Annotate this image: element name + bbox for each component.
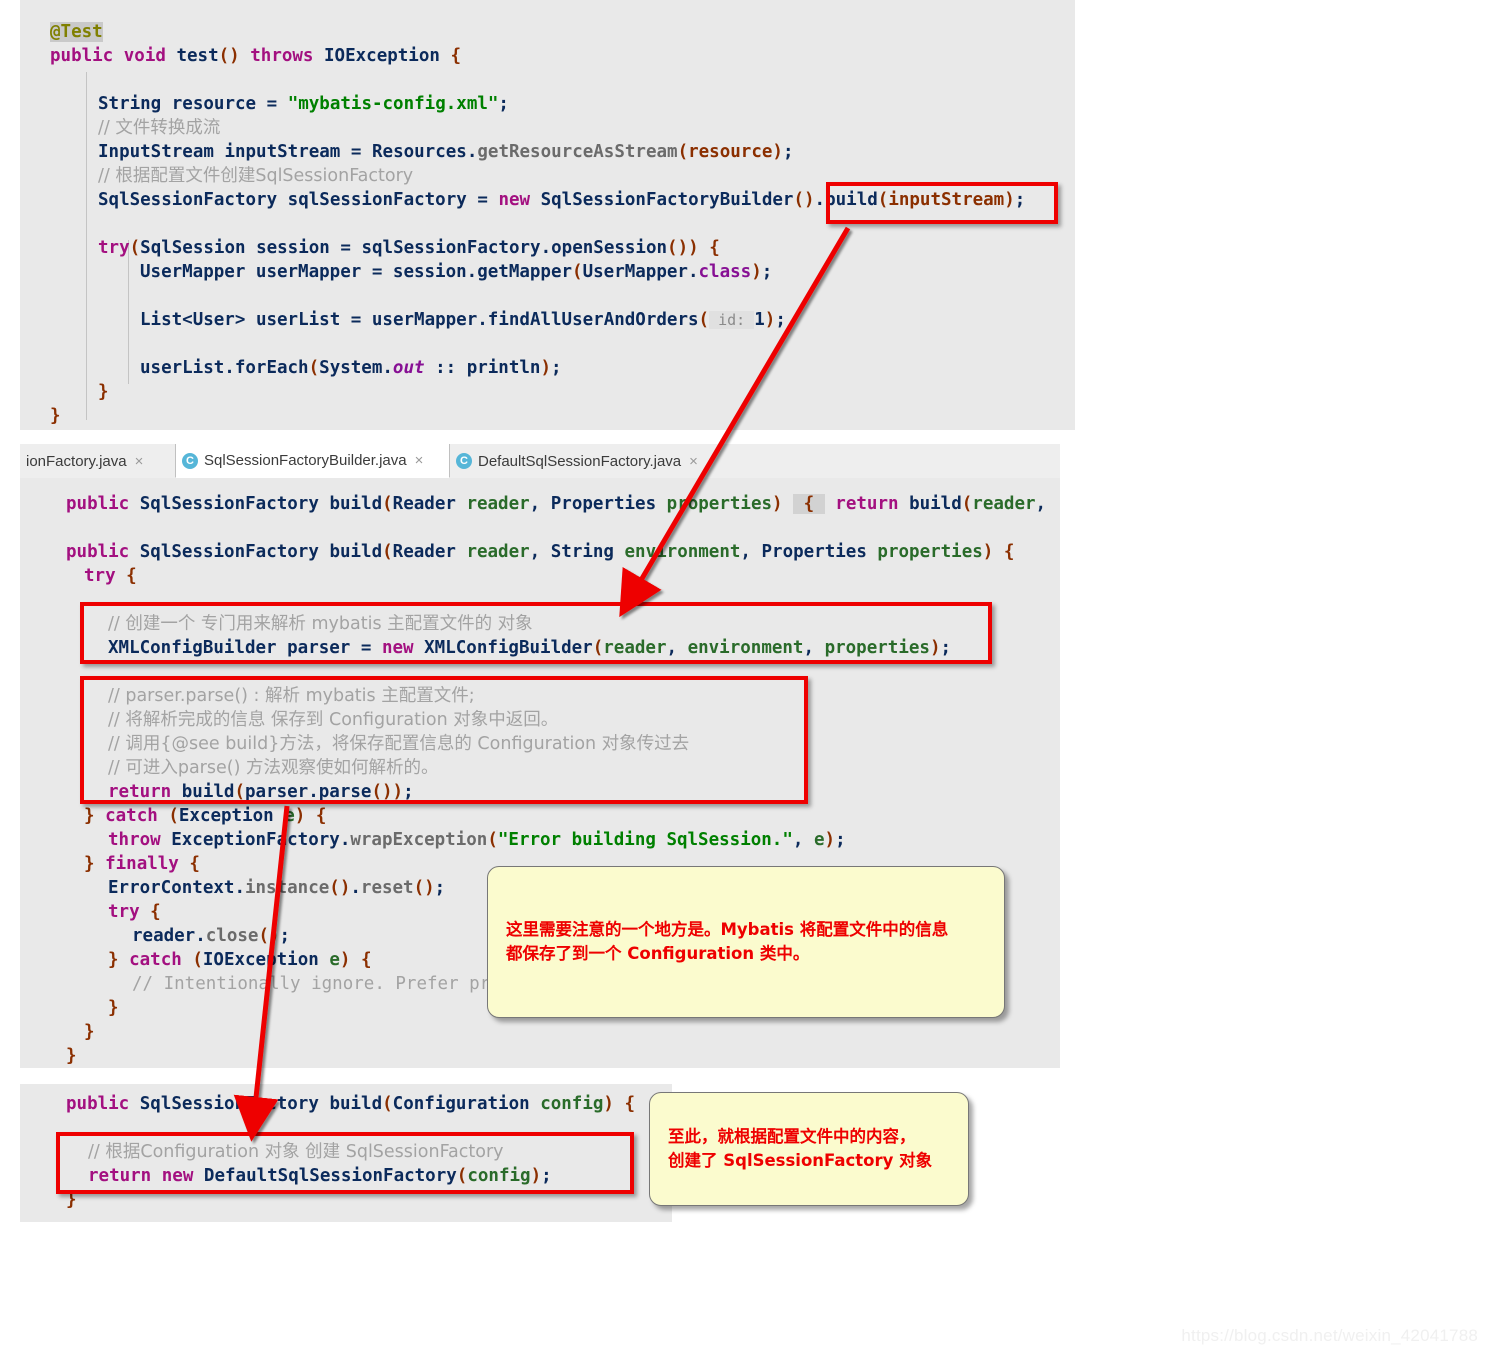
editor-gutter-mid xyxy=(20,478,54,1068)
code-line: UserMapper userMapper = session.getMappe… xyxy=(140,262,773,282)
tab-sqlsessionfactory[interactable]: ionFactory.java × xyxy=(20,444,175,478)
code-line: ErrorContext.instance().reset(); xyxy=(108,878,446,898)
code-line: throw ExceptionFactory.wrapException("Er… xyxy=(108,830,846,850)
code-line: reader.close(); xyxy=(132,926,291,946)
code-line: // 根据配置文件创建SqlSessionFactory xyxy=(98,166,414,186)
code-line: InputStream inputStream = Resources.getR… xyxy=(98,142,794,162)
indent-guide xyxy=(86,72,87,420)
indent-guide xyxy=(128,240,129,384)
tab-label: DefaultSqlSessionFactory.java xyxy=(478,452,682,470)
close-icon[interactable]: × xyxy=(689,453,698,470)
tab-label: SqlSessionFactoryBuilder.java xyxy=(204,452,407,469)
code-line: } xyxy=(50,406,61,426)
code-line: @Test xyxy=(50,22,103,42)
callout-text: 至此，就根据配置文件中的内容， 创建了 SqlSessionFactory 对象 xyxy=(668,1127,933,1170)
code-line: userList.forEach(System.out :: println); xyxy=(140,358,562,378)
code-line: } xyxy=(108,998,119,1018)
close-icon[interactable]: × xyxy=(415,452,424,469)
code-line: public SqlSessionFactory build(Reader re… xyxy=(66,494,1047,514)
code-line: } finally { xyxy=(84,854,200,874)
tab-label: ionFactory.java xyxy=(26,452,127,470)
code-line: try(SqlSession session = sqlSessionFacto… xyxy=(98,238,720,258)
highlight-build-input-stream xyxy=(826,182,1058,224)
highlight-return-default-sql-session-factory xyxy=(56,1132,634,1194)
code-line: // 文件转换成流 xyxy=(98,118,221,138)
code-line: } xyxy=(66,1046,77,1066)
callout-configuration-note: 这里需要注意的一个地方是。Mybatis 将配置文件中的信息 都保存了到一个 C… xyxy=(487,866,1005,1018)
code-line: } xyxy=(84,1022,95,1042)
code-line: public void test() throws IOException { xyxy=(50,46,462,66)
watermark: https://blog.csdn.net/weixin_42041788 xyxy=(1181,1326,1478,1345)
callout-text: 这里需要注意的一个地方是。Mybatis 将配置文件中的信息 都保存了到一个 C… xyxy=(506,920,949,963)
highlight-xml-config-builder xyxy=(80,602,992,664)
code-line: public SqlSessionFactory build(Reader re… xyxy=(66,542,1015,562)
class-icon: C xyxy=(182,452,198,469)
editor-gutter-top xyxy=(20,0,38,430)
highlight-return-build-parser-parse xyxy=(80,676,808,804)
editor-gutter-bot xyxy=(20,1084,54,1222)
callout-factory-created: 至此，就根据配置文件中的内容， 创建了 SqlSessionFactory 对象 xyxy=(649,1092,969,1206)
tab-sqlsessionfactorybuilder[interactable]: C SqlSessionFactoryBuilder.java × xyxy=(175,444,450,478)
close-icon[interactable]: × xyxy=(135,453,144,470)
editor-tab-bar[interactable]: ionFactory.java × C SqlSessionFactoryBui… xyxy=(20,444,1060,479)
code-line: try { xyxy=(84,566,137,586)
tab-defaultsqlsessionfactory[interactable]: C DefaultSqlSessionFactory.java × xyxy=(450,444,715,478)
code-line: } catch (IOException e) { xyxy=(108,950,372,970)
code-line: public SqlSessionFactory build(Configura… xyxy=(66,1094,636,1114)
code-line: } xyxy=(98,382,109,402)
code-line: } catch (Exception e) { xyxy=(84,806,327,826)
code-line: String resource = "mybatis-config.xml"; xyxy=(98,94,509,114)
code-line: try { xyxy=(108,902,161,922)
code-line: List<User> userList = userMapper.findAll… xyxy=(140,310,786,330)
code-line: // Intentionally ignore. Prefer pr xyxy=(132,974,491,994)
class-icon: C xyxy=(456,453,472,469)
